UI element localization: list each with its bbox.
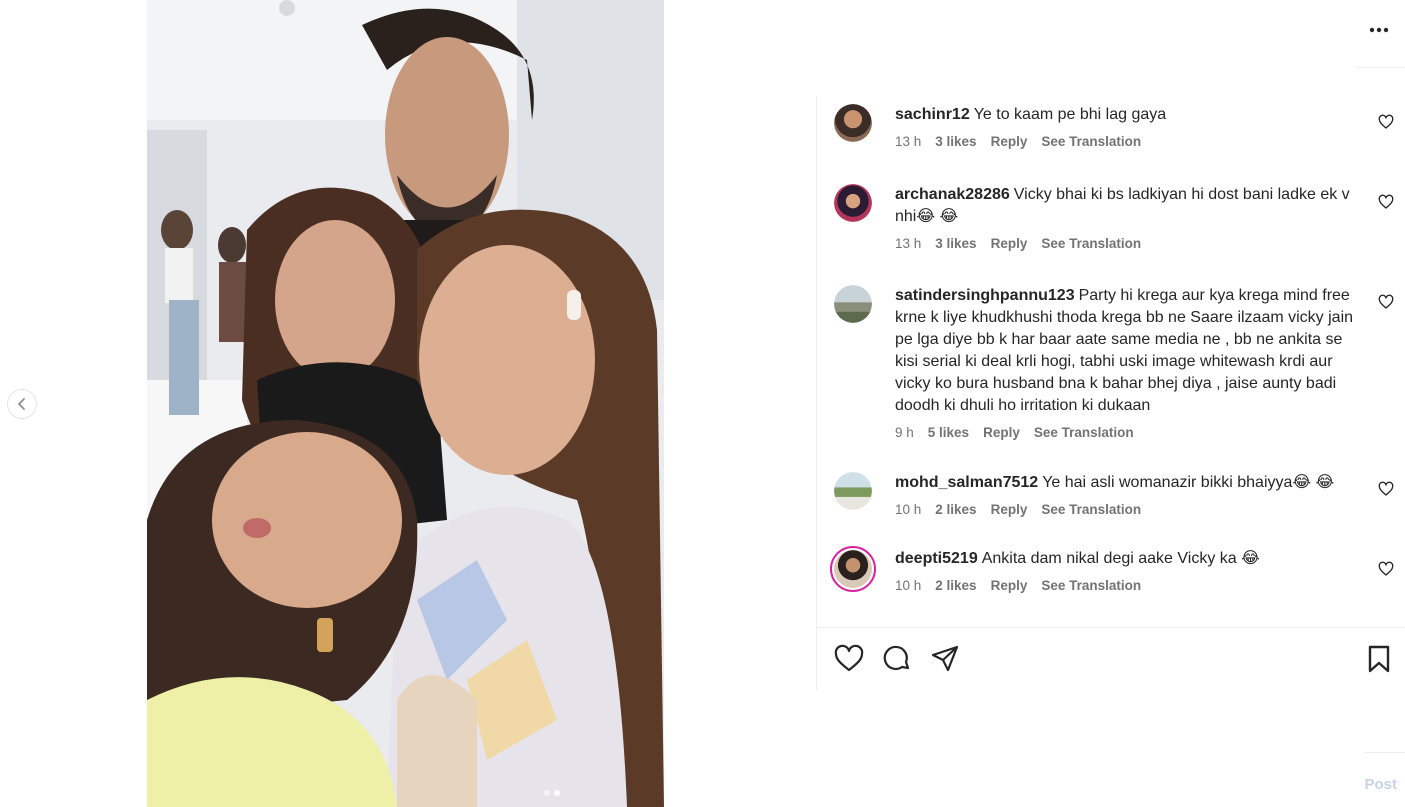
comment-time[interactable]: 10 h [895,501,921,519]
more-horizontal-icon [1369,27,1389,33]
bookmark-icon [1368,645,1390,673]
avatar[interactable] [834,184,872,222]
see-translation-button[interactable]: See Translation [1041,133,1141,151]
see-translation-button[interactable]: See Translation [1041,235,1141,253]
comment-text: Party hi krega aur kya krega mind free k… [895,287,1354,414]
reply-button[interactable]: Reply [983,424,1020,442]
comment-time[interactable]: 13 h [895,133,921,151]
chevron-left-icon [18,398,25,410]
share-icon [931,645,959,672]
comment-like-button[interactable] [1378,481,1394,497]
share-button[interactable] [930,644,960,674]
edge-divider [1365,752,1405,753]
comment-button[interactable] [882,644,912,674]
comment-like-button[interactable] [1378,194,1394,210]
instagram-post-view: sachinr12 Ye to kaam pe bhi lag gaya 13 h… [0,0,1405,807]
save-button[interactable] [1364,644,1394,674]
see-translation-button[interactable]: See Translation [1041,577,1141,595]
comments-panel: sachinr12 Ye to kaam pe bhi lag gaya 13 h… [816,0,1405,807]
post-actions-bar [834,644,1390,674]
comment-username[interactable]: mohd_salman7512 [895,474,1038,491]
comment-likes[interactable]: 3 likes [935,133,976,151]
reply-button[interactable]: Reply [991,501,1028,519]
reply-button[interactable]: Reply [991,235,1028,253]
comment-text: Ye to kaam pe bhi lag gaya [973,106,1167,123]
panel-border [816,96,817,690]
comment-username[interactable]: archanak28286 [895,186,1010,203]
post-image[interactable] [147,0,664,807]
heart-icon [1378,561,1394,576]
avatar[interactable] [834,104,872,142]
heart-icon [1378,481,1394,496]
post-button-ghost[interactable]: Post [1364,776,1397,793]
see-translation-button[interactable]: See Translation [1034,424,1134,442]
heart-icon [1378,114,1394,129]
heart-icon [1378,194,1394,209]
avatar[interactable] [834,285,872,323]
comment-like-button[interactable] [1378,294,1394,310]
carousel-prev-button[interactable] [7,389,37,419]
comment-username[interactable]: sachinr12 [895,106,970,123]
comment-likes[interactable]: 2 likes [935,501,976,519]
comment-likes[interactable]: 5 likes [928,424,969,442]
reply-button[interactable]: Reply [991,577,1028,595]
avatar-story-ring[interactable] [830,546,876,592]
avatar[interactable] [834,472,872,510]
actions-divider [816,627,1405,628]
heart-icon [834,644,864,672]
comment-time[interactable]: 9 h [895,424,914,442]
like-button[interactable] [834,644,864,674]
comment-time[interactable]: 13 h [895,235,921,253]
comment-time[interactable]: 10 h [895,577,921,595]
comment-like-button[interactable] [1378,114,1394,130]
comment-text: Ankita dam nikal degi aake Vicky ka 😂 [981,550,1260,567]
carousel-indicator [544,790,560,796]
comment-text: Ye hai asli womanazir bikki bhaiyya😂 😂 [1042,474,1335,491]
heart-icon [1378,294,1394,309]
carousel-dot-active [554,790,560,796]
header-divider [1356,67,1405,68]
comment-username[interactable]: deepti5219 [895,550,978,567]
see-translation-button[interactable]: See Translation [1041,501,1141,519]
selfie-photo-illustration [147,0,664,807]
comment-username[interactable]: satindersinghpannu123 [895,287,1075,304]
comment-like-button[interactable] [1378,561,1394,577]
carousel-dot [544,790,550,796]
comment-likes[interactable]: 3 likes [935,235,976,253]
reply-button[interactable]: Reply [991,133,1028,151]
comment-icon [883,645,910,670]
more-options-button[interactable] [1367,18,1391,42]
comment-likes[interactable]: 2 likes [935,577,976,595]
